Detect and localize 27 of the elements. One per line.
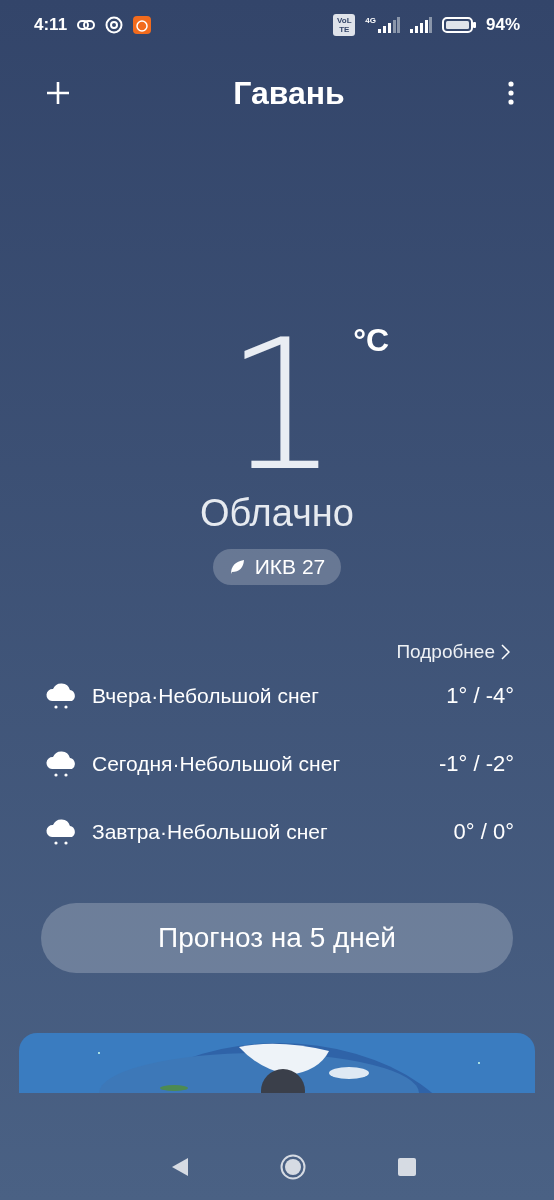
back-icon[interactable]: [172, 1157, 188, 1176]
app-notification-icon: [133, 16, 152, 34]
network-type: 4G: [365, 16, 376, 25]
forecast-day-label: Сегодня·Небольшой снег: [92, 752, 342, 776]
city-title: Гавань: [233, 74, 345, 112]
link-icon: [77, 20, 96, 30]
five-day-forecast-button[interactable]: Прогноз на 5 дней: [41, 903, 513, 973]
volte-badge: VoLTE: [333, 14, 356, 36]
temperature-unit: °C: [353, 322, 390, 359]
more-options-icon[interactable]: [508, 81, 514, 105]
details-link[interactable]: Подробнее: [396, 641, 510, 663]
air-quality-badge[interactable]: ИКВ 27: [212, 549, 342, 585]
temperature-range: -1° / -2°: [438, 751, 514, 777]
temperature-range: 1° / -4°: [446, 683, 514, 709]
battery-percent: 94%: [485, 15, 520, 35]
home-icon[interactable]: [280, 1153, 306, 1180]
chevron-right-icon: [501, 644, 510, 660]
battery-icon: [441, 17, 476, 33]
signal-icon: [377, 17, 400, 33]
forecast-day-label: Вчера·Небольшой снег: [92, 684, 320, 708]
add-icon[interactable]: [46, 81, 70, 105]
clock-time: 4:11: [34, 15, 68, 35]
temperature-range: 0° / 0°: [453, 819, 514, 845]
signal-icon: [409, 17, 432, 33]
forecast-day-label: Завтра·Небольшой снег: [92, 820, 329, 844]
leaf-icon: [228, 559, 245, 575]
recents-icon[interactable]: [398, 1157, 416, 1176]
